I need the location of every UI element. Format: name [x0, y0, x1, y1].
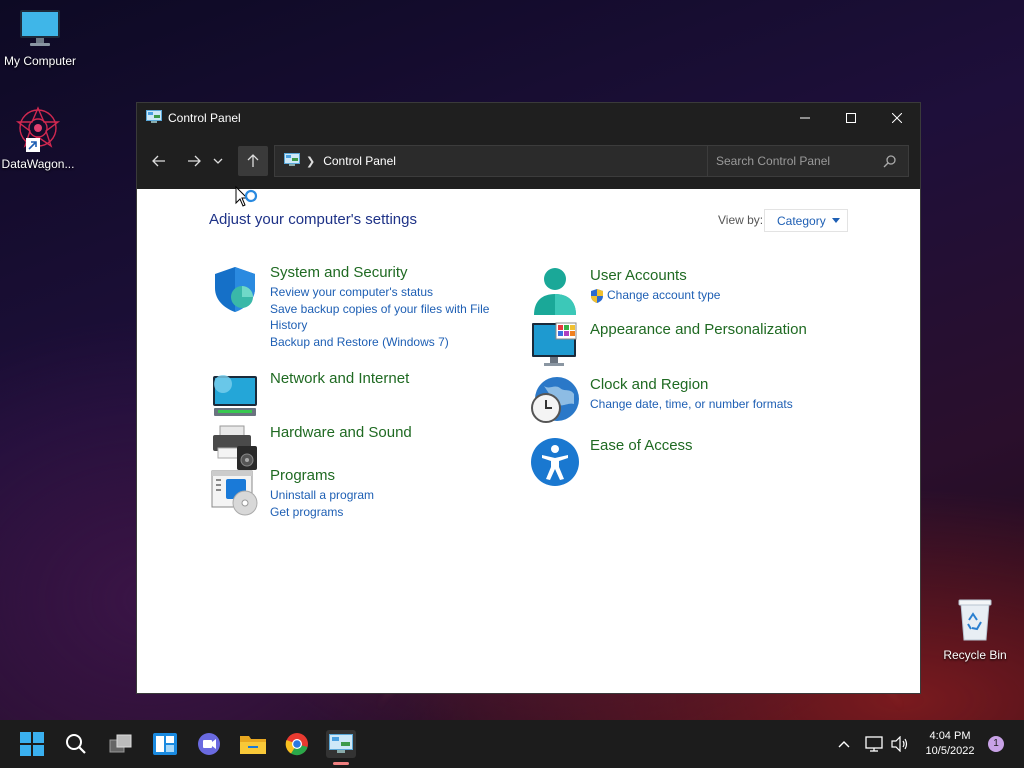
system-clock[interactable]: 4:04 PM 10/5/2022 [920, 729, 980, 759]
taskbar: 4:04 PM 10/5/2022 [0, 720, 1024, 768]
chevron-down-icon [213, 158, 223, 164]
backup-restore-link[interactable]: Backup and Restore (Windows 7) [270, 334, 510, 350]
control-panel-icon [284, 152, 300, 170]
breadcrumb-separator-icon[interactable]: ❯ [306, 155, 315, 168]
desktop-icon-label: My Computer [3, 54, 77, 68]
shortcut-arrow-icon [26, 138, 40, 152]
review-status-link[interactable]: Review your computer's status [270, 284, 510, 300]
chat-icon [198, 733, 220, 755]
desktop-icon-label: DataWagon... [1, 157, 75, 171]
search-icon[interactable] [883, 155, 896, 171]
caret-down-icon [831, 218, 840, 223]
category-title-link[interactable]: User Accounts [590, 267, 830, 284]
volume-button[interactable] [888, 730, 912, 758]
breadcrumb-control-panel[interactable]: Control Panel [323, 154, 396, 168]
arrow-left-icon [151, 155, 165, 167]
search-button[interactable] [62, 730, 90, 758]
view-by-dropdown[interactable]: Category [764, 209, 848, 232]
widgets-button[interactable] [151, 730, 179, 758]
minimize-icon [800, 117, 810, 119]
control-panel-taskbar-button[interactable] [326, 730, 356, 758]
chevron-up-icon [838, 741, 850, 748]
navigation-bar: ❯ Control Panel Search Control Panel [137, 133, 920, 207]
category-title-link[interactable]: Clock and Region [590, 376, 830, 393]
view-by-label: View by: [718, 213, 764, 227]
search-input[interactable]: Search Control Panel [716, 154, 830, 168]
forward-button[interactable] [176, 146, 211, 176]
teams-chat-button[interactable] [195, 730, 223, 758]
windows-logo-icon [20, 732, 44, 756]
search-icon [66, 734, 86, 754]
shield-icon [210, 264, 260, 314]
up-button[interactable] [238, 146, 268, 176]
arrow-right-icon [187, 155, 201, 167]
window-title: Control Panel [168, 111, 241, 125]
monitor-icon [530, 321, 580, 371]
desktop-icon-label: Recycle Bin [943, 648, 1007, 662]
view-by-value: Category [777, 213, 826, 228]
desktop-icon-datawagon[interactable]: DataWagon... [0, 104, 78, 171]
change-date-formats-link[interactable]: Change date, time, or number formats [590, 396, 830, 412]
show-hidden-icons-button[interactable] [834, 730, 854, 758]
task-view-button[interactable] [107, 730, 135, 758]
chrome-icon [285, 733, 308, 756]
programs-icon [210, 467, 260, 517]
get-programs-link[interactable]: Get programs [270, 504, 510, 520]
desktop-icon-recycle-bin[interactable]: Recycle Bin [935, 596, 1015, 662]
desktop-icon-my-computer[interactable]: My Computer [0, 8, 80, 68]
category-title-link[interactable]: System and Security [270, 264, 510, 281]
datawagon-logo-icon [14, 104, 62, 154]
minimize-button[interactable] [782, 103, 828, 133]
category-title-link[interactable]: Appearance and Personalization [590, 321, 850, 338]
file-history-link[interactable]: Save backup copies of your files with Fi… [270, 301, 510, 333]
computer-icon [0, 8, 80, 51]
folder-icon [240, 736, 266, 754]
back-button[interactable] [141, 146, 176, 176]
category-title-link[interactable]: Programs [270, 467, 510, 484]
chrome-button[interactable] [283, 730, 311, 758]
recent-locations-button[interactable] [207, 146, 229, 176]
network-status-button[interactable] [862, 730, 886, 758]
clock-globe-icon [530, 376, 580, 426]
task-view-icon [109, 734, 132, 753]
title-bar[interactable]: Control Panel [137, 103, 920, 133]
start-button[interactable] [18, 730, 46, 758]
maximize-icon [846, 113, 856, 123]
page-heading: Adjust your computer's settings [209, 211, 417, 228]
user-icon [530, 267, 580, 317]
category-title-link[interactable]: Ease of Access [590, 437, 830, 454]
notification-badge[interactable]: 1 [988, 736, 1004, 752]
maximize-button[interactable] [828, 103, 874, 133]
category-title-link[interactable]: Hardware and Sound [270, 424, 510, 441]
search-box[interactable]: Search Control Panel [707, 145, 909, 177]
clock-date: 10/5/2022 [925, 745, 975, 757]
clock-time: 4:04 PM [929, 730, 971, 742]
arrow-up-icon [247, 154, 259, 167]
accessibility-icon [530, 437, 580, 487]
control-panel-icon [329, 734, 353, 753]
uninstall-program-link[interactable]: Uninstall a program [270, 487, 510, 503]
file-explorer-button[interactable] [239, 730, 267, 758]
category-title-link[interactable]: Network and Internet [270, 370, 510, 387]
active-app-indicator [333, 762, 349, 765]
control-panel-window: Control Panel ❯ Control Panel Search Con… [136, 102, 921, 694]
network-icon [210, 370, 260, 420]
control-panel-content: Adjust your computer's settings View by:… [137, 189, 920, 694]
recycle-bin-icon [935, 596, 1015, 645]
widgets-icon [153, 733, 177, 755]
uac-shield-icon [591, 288, 603, 303]
speaker-icon [891, 736, 908, 752]
network-wired-icon [865, 736, 883, 752]
control-panel-icon [146, 109, 162, 127]
change-account-type-link[interactable]: Change account type [607, 287, 720, 303]
close-button[interactable] [874, 103, 920, 133]
close-icon [892, 113, 902, 123]
